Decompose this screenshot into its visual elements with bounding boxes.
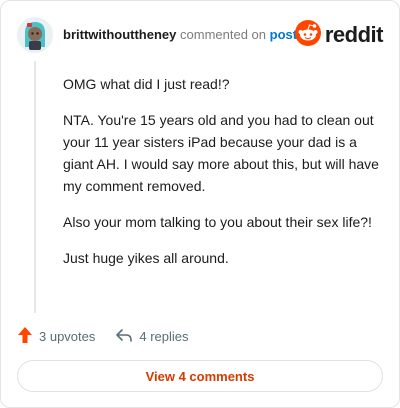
- commented-on-label: commented on: [180, 27, 267, 42]
- reddit-logo-icon: [294, 19, 321, 51]
- post-link[interactable]: post: [270, 27, 297, 42]
- comment-paragraph: NTA. You're 15 years old and you had to …: [63, 112, 379, 194]
- comment-paragraph: OMG what did I just read!?: [63, 76, 230, 92]
- thread-line[interactable]: [34, 61, 36, 313]
- comment-header: brittwithouttheney commented on post red…: [17, 17, 384, 53]
- comment-meta: brittwithouttheney commented on post: [63, 27, 297, 42]
- comment-body: OMG what did I just read!? NTA. You're 1…: [63, 73, 381, 283]
- comment-actions: 3 upvotes 4 replies: [17, 325, 209, 347]
- upvote-arrow-icon: [17, 326, 33, 347]
- username-link[interactable]: brittwithouttheney: [63, 27, 176, 42]
- replies-button[interactable]: 4 replies: [115, 327, 189, 346]
- comment-card: brittwithouttheney commented on post red…: [0, 0, 400, 408]
- avatar[interactable]: [17, 17, 53, 53]
- reddit-wordmark: reddit: [324, 22, 384, 47]
- reply-arrow-icon: [115, 327, 133, 346]
- comment-paragraph: Also your mom talking to you about their…: [63, 214, 372, 230]
- upvote-button[interactable]: 3 upvotes: [17, 326, 95, 347]
- view-comments-button[interactable]: View 4 comments: [17, 360, 383, 392]
- reply-count: 4 replies: [139, 328, 189, 344]
- comment-paragraph: Just huge yikes all around.: [63, 250, 229, 266]
- reddit-brand[interactable]: reddit: [294, 19, 384, 51]
- upvote-count: 3 upvotes: [39, 328, 96, 344]
